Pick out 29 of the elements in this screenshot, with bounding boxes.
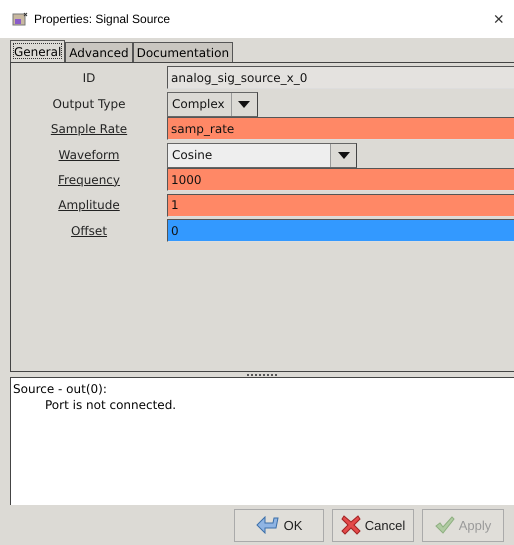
input-field[interactable]: 0 — [167, 219, 514, 242]
caret-icon — [238, 100, 250, 108]
close-button[interactable]: × — [489, 8, 508, 30]
input-field[interactable]: samp_rate — [167, 117, 514, 140]
dropdown[interactable]: Complex — [167, 92, 258, 116]
window-icon — [12, 12, 28, 26]
input-field[interactable]: 1 — [167, 194, 514, 217]
message-text: Port is not connected. — [44, 397, 178, 413]
caret-icon — [338, 152, 350, 158]
tab[interactable]: Advanced — [65, 42, 133, 62]
parameter-label: Output Type — [51, 97, 127, 111]
cancel-button[interactable]: Cancel — [332, 508, 414, 542]
input-field[interactable]: 1000 — [167, 168, 514, 192]
tab[interactable]: Documentation — [132, 42, 234, 62]
parameter-label: Frequency — [57, 172, 121, 187]
parameter-label: Sample Rate — [50, 122, 128, 136]
parameter-label: Waveform — [58, 148, 120, 162]
parameter-label: Amplitude — [57, 198, 121, 212]
ok-button[interactable]: OK — [234, 508, 324, 542]
window-title: Properties: Signal Source — [34, 12, 172, 26]
parameter-label: ID — [82, 70, 96, 85]
dropdown[interactable]: Cosine — [167, 142, 357, 168]
input-field[interactable]: analog_sig_source_x_0 — [167, 66, 514, 90]
tab[interactable]: General — [10, 40, 66, 62]
arrow-icon — [256, 516, 280, 534]
parameter-label: Offset — [70, 224, 108, 238]
cross-icon — [340, 515, 361, 535]
message-heading: Source - out(0): — [13, 381, 108, 397]
check-icon — [434, 516, 455, 534]
